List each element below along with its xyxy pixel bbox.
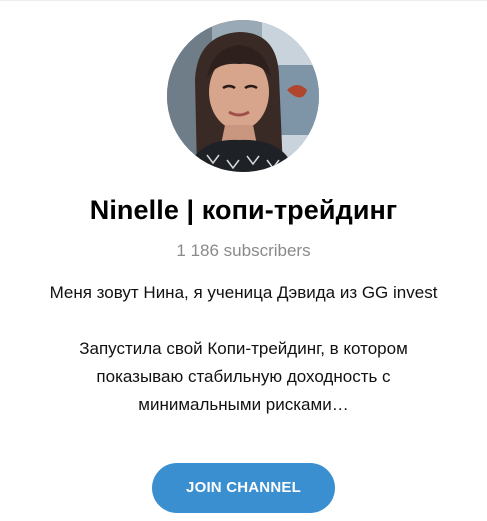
join-channel-button[interactable]: JOIN CHANNEL xyxy=(152,463,335,513)
description-line: показываю стабильную доходность с xyxy=(96,367,391,386)
channel-description: Меня зовут Нина, я ученица Дэвида из GG … xyxy=(0,279,487,419)
description-line: минимальными рисками… xyxy=(138,395,349,414)
channel-avatar xyxy=(167,20,319,172)
description-line: Меня зовут Нина, я ученица Дэвида из GG … xyxy=(49,283,438,302)
channel-title: Ninelle | копи-трейдинг xyxy=(89,195,398,225)
subscriber-count: 1 186 subscribers xyxy=(176,241,311,260)
description-spacer xyxy=(0,307,487,335)
avatar-photo xyxy=(167,20,319,172)
description-line: Запустила свой Копи-трейдинг, в котором xyxy=(79,339,408,358)
channel-preview-card: Ninelle | копи-трейдинг 1 186 subscriber… xyxy=(0,0,487,521)
